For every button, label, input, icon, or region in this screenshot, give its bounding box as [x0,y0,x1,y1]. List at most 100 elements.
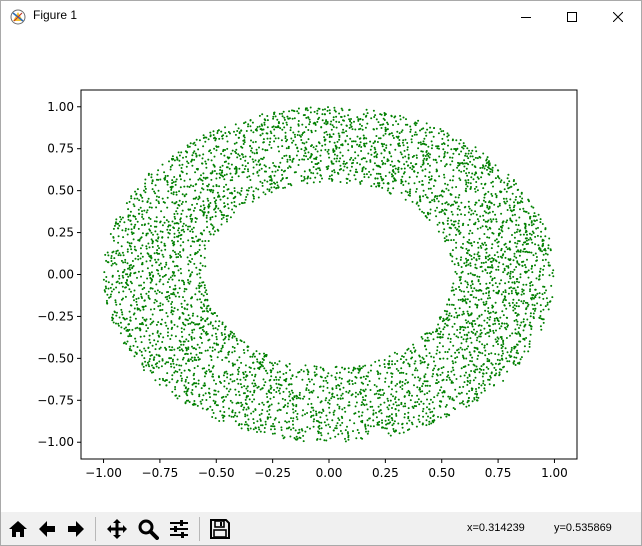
scatter-point [486,272,489,274]
scatter-point [340,123,343,126]
scatter-point [372,142,375,145]
scatter-point [126,233,129,236]
scatter-point [411,423,414,426]
scatter-point [231,351,234,354]
scatter-point [429,384,431,387]
scatter-point [256,358,259,361]
scatter-point [252,379,255,382]
scatter-point [121,251,124,254]
figure-canvas[interactable]: −1.00 −0.75 −0.50 −0.25 0.00 0.25 0.50 0.75 1.00… [1,32,641,512]
scatter-point [372,409,375,412]
scatter-point [211,324,214,327]
scatter-point [428,181,430,184]
scatter-point [326,121,329,123]
scatter-point [304,364,307,367]
scatter-point [469,272,472,275]
scatter-point [141,210,143,213]
scatter-point [452,282,455,285]
scatter-point [195,353,198,356]
scatter-point [136,197,139,200]
scatter-point [297,164,300,166]
scatter-point [124,258,127,261]
scatter-point [512,306,515,309]
scatter-point [184,318,187,321]
scatter-point [297,396,300,399]
scatter-point [146,361,149,364]
scatter-point [351,162,353,165]
scatter-point [362,375,365,378]
close-button[interactable] [595,1,641,32]
scatter-point [152,366,155,369]
scatter-point [423,361,426,364]
scatter-point [166,181,169,184]
scatter-point [189,254,192,256]
scatter-point [494,239,497,242]
scatter-point [497,363,500,366]
scatter-point [203,206,206,209]
scatter-point [155,225,158,228]
scatter-point [298,370,301,373]
scatter-point [175,201,178,203]
scatter-point [505,197,508,200]
scatter-point [201,179,204,182]
scatter-point [368,417,371,420]
scatter-point [487,310,490,313]
scatter-point [147,290,150,293]
scatter-point [283,436,286,439]
minimize-button[interactable] [503,1,549,32]
scatter-point [503,304,506,307]
scatter-point [404,379,407,381]
scatter-point [417,376,420,379]
scatter-point [482,219,485,221]
scatter-point [326,375,329,378]
scatter-point [220,382,222,384]
scatter-point [456,213,459,216]
scatter-point [258,361,261,364]
figure-window: Figure 1 −1.00 −0.75 −0.50 −0.25 0.00 0.25 0.5… [0,0,642,546]
scatter-point [205,220,208,223]
scatter-point [237,424,240,427]
scatter-point [500,226,503,229]
scatter-point [450,239,453,242]
scatter-point [111,313,114,316]
scatter-point [208,230,211,233]
scatter-point [343,406,346,409]
maximize-button[interactable] [549,1,595,32]
scatter-point [160,323,163,326]
scatter-point [548,274,551,277]
scatter-point [270,386,273,389]
scatter-point [506,351,509,354]
scatter-point [451,160,454,163]
scatter-point [396,360,399,362]
scatter-point [455,228,458,231]
scatter-point [121,271,124,274]
scatter-point [122,276,125,279]
scatter-point [409,128,412,131]
scatter-point [474,201,477,204]
scatter-point [465,261,468,264]
scatter-point [547,308,550,311]
scatter-point [425,150,428,152]
scatter-point [336,140,339,143]
scatter-point [290,389,293,392]
scatter-point [307,129,310,131]
scatter-point [512,298,515,301]
scatter-point [143,347,146,350]
scatter-point [515,302,518,304]
scatter-point [394,396,397,399]
scatter-point [518,263,521,266]
scatter-point [258,352,261,355]
scatter-point [187,358,190,361]
scatter-point [479,335,482,338]
scatter-point [159,302,162,305]
scatter-point [164,380,166,382]
scatter-point [342,128,345,131]
scatter-point [406,191,409,194]
scatter-point [314,157,317,160]
scatter-point [338,112,341,115]
scatter-point [469,337,472,340]
scatter-point [233,187,236,190]
title-bar[interactable]: Figure 1 [1,1,641,32]
scatter-point [142,308,145,311]
scatter-point [238,131,241,134]
